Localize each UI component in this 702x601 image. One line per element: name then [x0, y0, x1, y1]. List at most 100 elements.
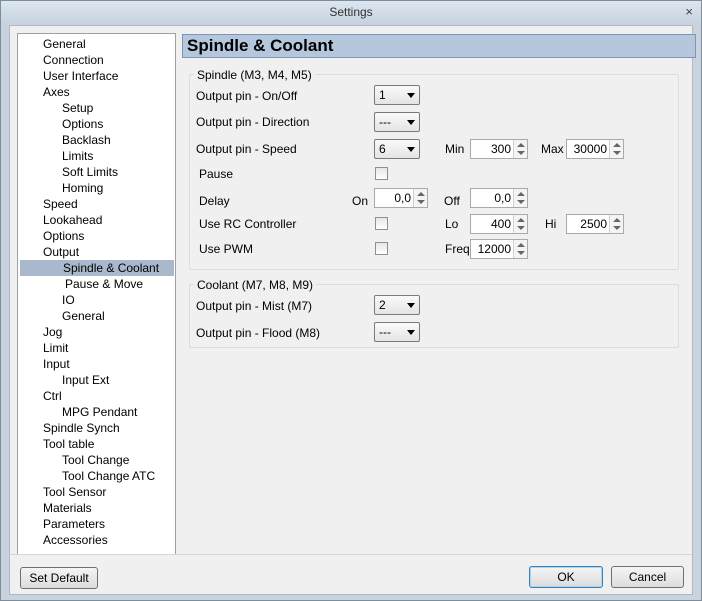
pwm-checkbox[interactable]: [375, 242, 388, 255]
tree-item-general[interactable]: General: [41, 36, 88, 52]
off-delay-spinbox[interactable]: 0,0: [470, 188, 528, 208]
spin-buttons[interactable]: [513, 240, 527, 258]
max-value: 30000: [573, 142, 607, 156]
dialog-client: General Connection User Interface Axes Setup…: [9, 25, 696, 595]
pause-label: Pause: [199, 167, 234, 181]
spin-buttons[interactable]: [513, 189, 527, 207]
max-spinbox[interactable]: 30000: [566, 139, 624, 159]
tree-item-parameters[interactable]: Parameters: [41, 516, 107, 532]
hi-spinbox[interactable]: 2500: [566, 214, 624, 234]
freq-value: 12000: [477, 242, 511, 256]
freq-spinbox[interactable]: 12000: [470, 239, 528, 259]
tree-item-input[interactable]: Input: [41, 356, 72, 372]
spin-down-icon[interactable]: [417, 200, 425, 204]
set-default-button[interactable]: Set Default: [20, 567, 98, 589]
tree-item-homing[interactable]: Homing: [60, 180, 105, 196]
off-delay-value: 0,0: [494, 191, 511, 205]
coolant-group-title: Coolant (M7, M8, M9): [194, 278, 317, 292]
speed-select[interactable]: 6: [374, 139, 420, 159]
tree-item-tool-change-atc[interactable]: Tool Change ATC: [60, 468, 157, 484]
spin-up-icon[interactable]: [517, 192, 525, 196]
tree-item-jog[interactable]: Jog: [41, 324, 64, 340]
onoff-select[interactable]: 1: [374, 85, 420, 105]
max-label: Max: [541, 142, 564, 156]
spin-buttons[interactable]: [413, 189, 427, 207]
on-delay-spinbox[interactable]: 0,0: [374, 188, 428, 208]
rc-controller-checkbox[interactable]: [375, 217, 388, 230]
freq-label: Freq: [445, 242, 470, 256]
footer-divider: [10, 554, 692, 555]
close-icon[interactable]: ×: [685, 1, 693, 23]
spin-up-icon[interactable]: [517, 143, 525, 147]
tree-item-options[interactable]: Options: [41, 228, 86, 244]
tree-item-setup[interactable]: Setup: [60, 100, 95, 116]
speed-value: 6: [379, 142, 386, 156]
spin-up-icon[interactable]: [613, 143, 621, 147]
spin-down-icon[interactable]: [517, 151, 525, 155]
flood-select[interactable]: ---: [374, 322, 420, 342]
spin-down-icon[interactable]: [517, 200, 525, 204]
tree-item-tool-sensor[interactable]: Tool Sensor: [41, 484, 108, 500]
off-label: Off: [444, 194, 460, 208]
page-title: Spindle & Coolant: [182, 34, 696, 58]
spin-up-icon[interactable]: [417, 192, 425, 196]
tree-item-accessories[interactable]: Accessories: [41, 532, 110, 548]
ok-button[interactable]: OK: [529, 566, 603, 588]
tree-item-spindle-coolant[interactable]: Spindle & Coolant: [20, 260, 174, 276]
settings-tree[interactable]: General Connection User Interface Axes Setup…: [17, 33, 176, 555]
spin-up-icon[interactable]: [517, 218, 525, 222]
spin-up-icon[interactable]: [517, 243, 525, 247]
lo-spinbox[interactable]: 400: [470, 214, 528, 234]
tree-item-user-interface[interactable]: User Interface: [41, 68, 120, 84]
tree-item-limits[interactable]: Limits: [60, 148, 95, 164]
spin-buttons[interactable]: [609, 215, 623, 233]
tree-item-connection[interactable]: Connection: [41, 52, 106, 68]
spin-buttons[interactable]: [513, 215, 527, 233]
mist-value: 2: [379, 298, 386, 312]
spin-buttons[interactable]: [513, 140, 527, 158]
title-bar[interactable]: Settings ×: [1, 1, 701, 23]
delay-label: Delay: [199, 194, 230, 208]
spin-down-icon[interactable]: [517, 226, 525, 230]
spindle-group-title: Spindle (M3, M4, M5): [194, 68, 315, 82]
tree-item-mpg-pendant[interactable]: MPG Pendant: [60, 404, 139, 420]
chevron-down-icon[interactable]: [407, 303, 415, 308]
tree-item-input-ext[interactable]: Input Ext: [60, 372, 111, 388]
direction-label: Output pin - Direction: [196, 115, 310, 129]
cancel-button[interactable]: Cancel: [611, 566, 684, 588]
window-title: Settings: [329, 5, 373, 19]
tree-item-soft-limits[interactable]: Soft Limits: [60, 164, 120, 180]
mist-select[interactable]: 2: [374, 295, 420, 315]
tree-item-io[interactable]: IO: [60, 292, 77, 308]
chevron-down-icon: [407, 147, 415, 152]
tree-item-ctrl[interactable]: Ctrl: [41, 388, 64, 404]
spin-up-icon[interactable]: [613, 218, 621, 222]
spindle-group: [189, 74, 679, 270]
min-spinbox[interactable]: 300: [470, 139, 528, 159]
chevron-down-icon[interactable]: [407, 330, 415, 335]
tree-item-tool-table[interactable]: Tool table: [41, 436, 96, 452]
tree-item-output[interactable]: Output: [41, 244, 81, 260]
tree-item-spindle-synch[interactable]: Spindle Synch: [41, 420, 122, 436]
tree-item-axes[interactable]: Axes: [41, 84, 72, 100]
tree-item-general[interactable]: General: [60, 308, 107, 324]
lo-value: 400: [490, 217, 511, 231]
tree-item-lookahead[interactable]: Lookahead: [41, 212, 104, 228]
mist-label: Output pin - Mist (M7): [196, 299, 313, 313]
spin-buttons[interactable]: [609, 140, 623, 158]
spin-down-icon[interactable]: [613, 151, 621, 155]
tree-item-materials[interactable]: Materials: [41, 500, 94, 516]
tree-item-speed[interactable]: Speed: [41, 196, 80, 212]
tree-item-pause-move[interactable]: Pause & Move: [63, 276, 145, 292]
chevron-down-icon: [407, 93, 415, 98]
pause-checkbox[interactable]: [375, 167, 388, 180]
tree-item-options[interactable]: Options: [60, 116, 105, 132]
onoff-label: Output pin - On/Off: [196, 89, 298, 103]
direction-select[interactable]: ---: [374, 112, 420, 132]
spin-down-icon[interactable]: [517, 251, 525, 255]
tree-item-limit[interactable]: Limit: [41, 340, 70, 356]
spin-down-icon[interactable]: [613, 226, 621, 230]
tree-item-backlash[interactable]: Backlash: [60, 132, 113, 148]
tree-item-tool-change[interactable]: Tool Change: [60, 452, 131, 468]
min-label: Min: [445, 142, 465, 156]
